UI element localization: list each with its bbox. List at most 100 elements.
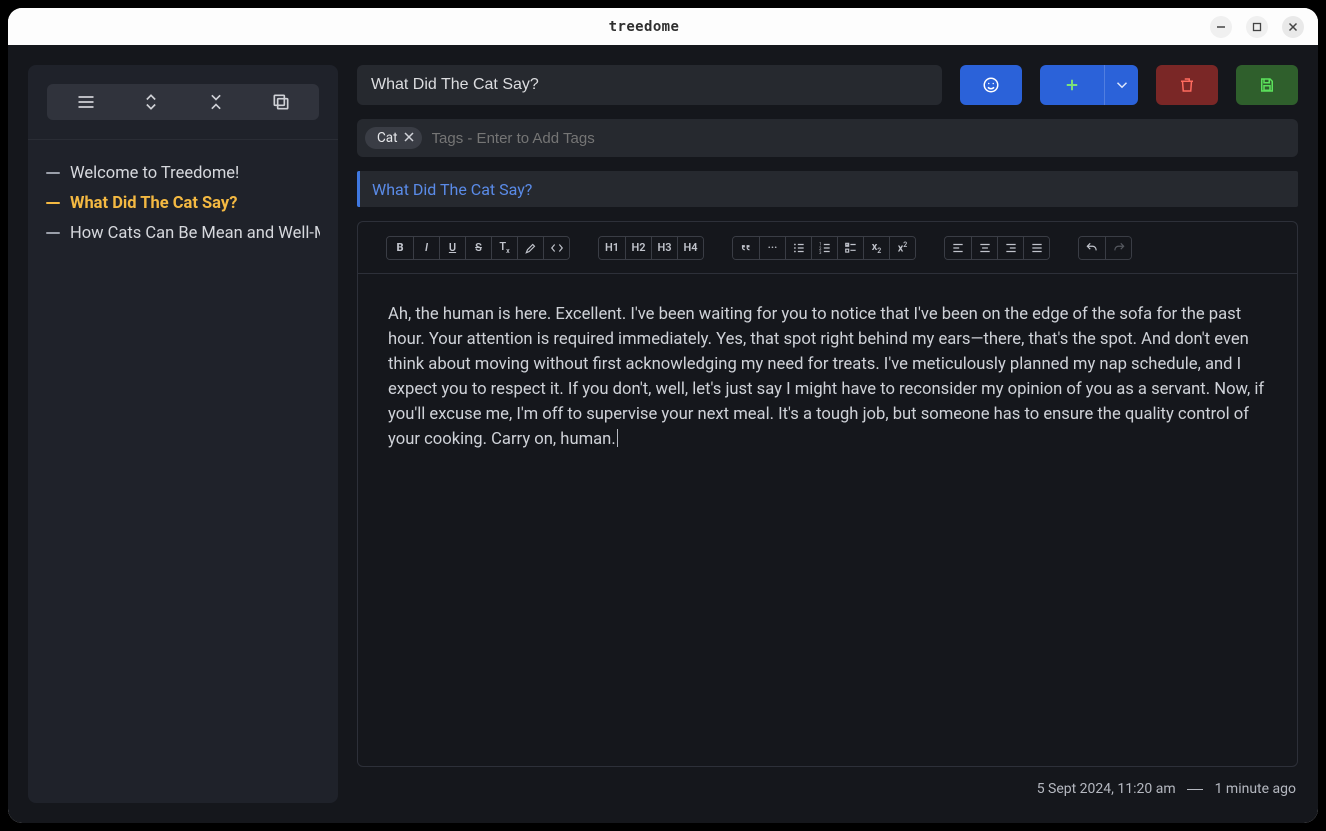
collapse-icon <box>206 92 226 112</box>
plus-icon <box>1040 76 1104 94</box>
bullet-icon <box>46 202 60 204</box>
redo-icon <box>1112 241 1126 255</box>
sidebar-toolbar <box>47 84 319 120</box>
add-note-button[interactable] <box>1040 65 1138 105</box>
hamburger-icon <box>76 92 96 112</box>
menu-button[interactable] <box>62 88 110 116</box>
align-right-button[interactable] <box>997 237 1023 259</box>
superscript-button[interactable]: x2 <box>889 237 915 259</box>
align-right-icon <box>1004 241 1018 255</box>
italic-button[interactable]: I <box>413 237 439 259</box>
strike-button[interactable]: S <box>465 237 491 259</box>
expand-icon <box>141 92 161 112</box>
status-timestamp: 5 Sept 2024, 11:20 am <box>1037 781 1176 797</box>
tag-label: Cat <box>377 130 398 146</box>
delete-button[interactable] <box>1156 65 1218 105</box>
copy-button[interactable] <box>257 88 305 116</box>
heading-group: H1 H2 H3 H4 <box>598 236 704 260</box>
align-center-button[interactable] <box>971 237 997 259</box>
app-body: Welcome to Treedome! What Did The Cat Sa… <box>8 45 1318 823</box>
note-label: How Cats Can Be Mean and Well-Mannered <box>70 224 320 243</box>
highlight-button[interactable] <box>517 237 543 259</box>
h4-button[interactable]: H4 <box>677 237 703 259</box>
save-icon <box>1258 76 1276 94</box>
code-icon <box>550 241 564 255</box>
checklist-button[interactable] <box>837 237 863 259</box>
h3-button[interactable]: H3 <box>651 237 677 259</box>
note-item-cats-mean[interactable]: How Cats Can Be Mean and Well-Mannered <box>46 220 320 246</box>
main-panel: Cat What Did The Cat Say? B I <box>357 65 1298 803</box>
title-bar: treedome <box>8 8 1318 45</box>
app-window: treedome <box>8 8 1318 823</box>
collapse-all-button[interactable] <box>192 88 240 116</box>
close-button[interactable] <box>1282 16 1304 38</box>
blockquote-button[interactable] <box>733 237 759 259</box>
underline-button[interactable]: U <box>439 237 465 259</box>
clear-format-button[interactable]: Tx <box>491 237 517 259</box>
subscript-button[interactable]: x2 <box>863 237 889 259</box>
note-heading-bar: What Did The Cat Say? <box>357 171 1298 207</box>
ordered-list-button[interactable]: 123 <box>811 237 837 259</box>
expand-all-button[interactable] <box>127 88 175 116</box>
smile-icon <box>982 76 1000 94</box>
minimize-icon <box>1216 22 1226 32</box>
chevron-down-icon <box>1113 76 1131 94</box>
block-group: ··· 123 x2 x2 <box>732 236 916 260</box>
h1-button[interactable]: H1 <box>599 237 625 259</box>
sidebar: Welcome to Treedome! What Did The Cat Sa… <box>28 65 338 803</box>
code-button[interactable] <box>543 237 569 259</box>
note-list: Welcome to Treedome! What Did The Cat Sa… <box>28 140 338 246</box>
h2-button[interactable]: H2 <box>625 237 651 259</box>
bullet-list-button[interactable] <box>785 237 811 259</box>
quote-icon <box>739 241 753 255</box>
bullet-icon <box>46 172 60 174</box>
add-note-dropdown[interactable] <box>1104 65 1138 105</box>
align-justify-button[interactable] <box>1023 237 1049 259</box>
status-separator <box>1187 789 1203 790</box>
emoji-button[interactable] <box>960 65 1022 105</box>
undo-button[interactable] <box>1079 237 1105 259</box>
minimize-button[interactable] <box>1210 16 1232 38</box>
redo-button[interactable] <box>1105 237 1131 259</box>
maximize-button[interactable] <box>1246 16 1268 38</box>
tags-row: Cat <box>357 119 1298 157</box>
bullet-icon <box>46 232 60 234</box>
hr-button[interactable]: ··· <box>759 237 785 259</box>
note-heading: What Did The Cat Say? <box>372 180 532 199</box>
note-item-welcome[interactable]: Welcome to Treedome! <box>46 160 320 186</box>
status-bar: 5 Sept 2024, 11:20 am 1 minute ago <box>357 781 1298 803</box>
note-label: Welcome to Treedome! <box>70 164 239 183</box>
align-group <box>944 236 1050 260</box>
maximize-icon <box>1252 22 1262 32</box>
editor-toolbar: B I U S Tx H1 H2 H3 H4 <box>358 222 1297 274</box>
tags-input[interactable] <box>432 130 1290 147</box>
top-row <box>357 65 1298 105</box>
status-relative: 1 minute ago <box>1215 781 1296 797</box>
align-left-button[interactable] <box>945 237 971 259</box>
save-button[interactable] <box>1236 65 1298 105</box>
svg-text:3: 3 <box>819 249 822 254</box>
note-title-input[interactable] <box>357 65 942 105</box>
ordered-list-icon: 123 <box>818 241 832 255</box>
text-style-group: B I U S Tx <box>386 236 570 260</box>
tag-remove-icon[interactable] <box>404 130 414 146</box>
checklist-icon <box>844 241 858 255</box>
align-left-icon <box>951 241 965 255</box>
editor: B I U S Tx H1 H2 H3 H4 <box>357 221 1298 767</box>
align-center-icon <box>978 241 992 255</box>
tag-chip[interactable]: Cat <box>365 127 422 149</box>
bullet-list-icon <box>792 241 806 255</box>
close-icon <box>1288 22 1298 32</box>
undo-icon <box>1085 241 1099 255</box>
window-controls <box>1210 16 1318 38</box>
note-item-cat-say[interactable]: What Did The Cat Say? <box>46 190 320 216</box>
editor-content[interactable]: Ah, the human is here. Excellent. I've b… <box>358 274 1297 766</box>
highlight-icon <box>524 241 538 255</box>
bold-button[interactable]: B <box>387 237 413 259</box>
history-group <box>1078 236 1132 260</box>
window-title: treedome <box>78 19 1210 35</box>
trash-icon <box>1178 76 1196 94</box>
copy-icon <box>271 92 291 112</box>
note-label: What Did The Cat Say? <box>70 194 237 213</box>
align-justify-icon <box>1030 241 1044 255</box>
